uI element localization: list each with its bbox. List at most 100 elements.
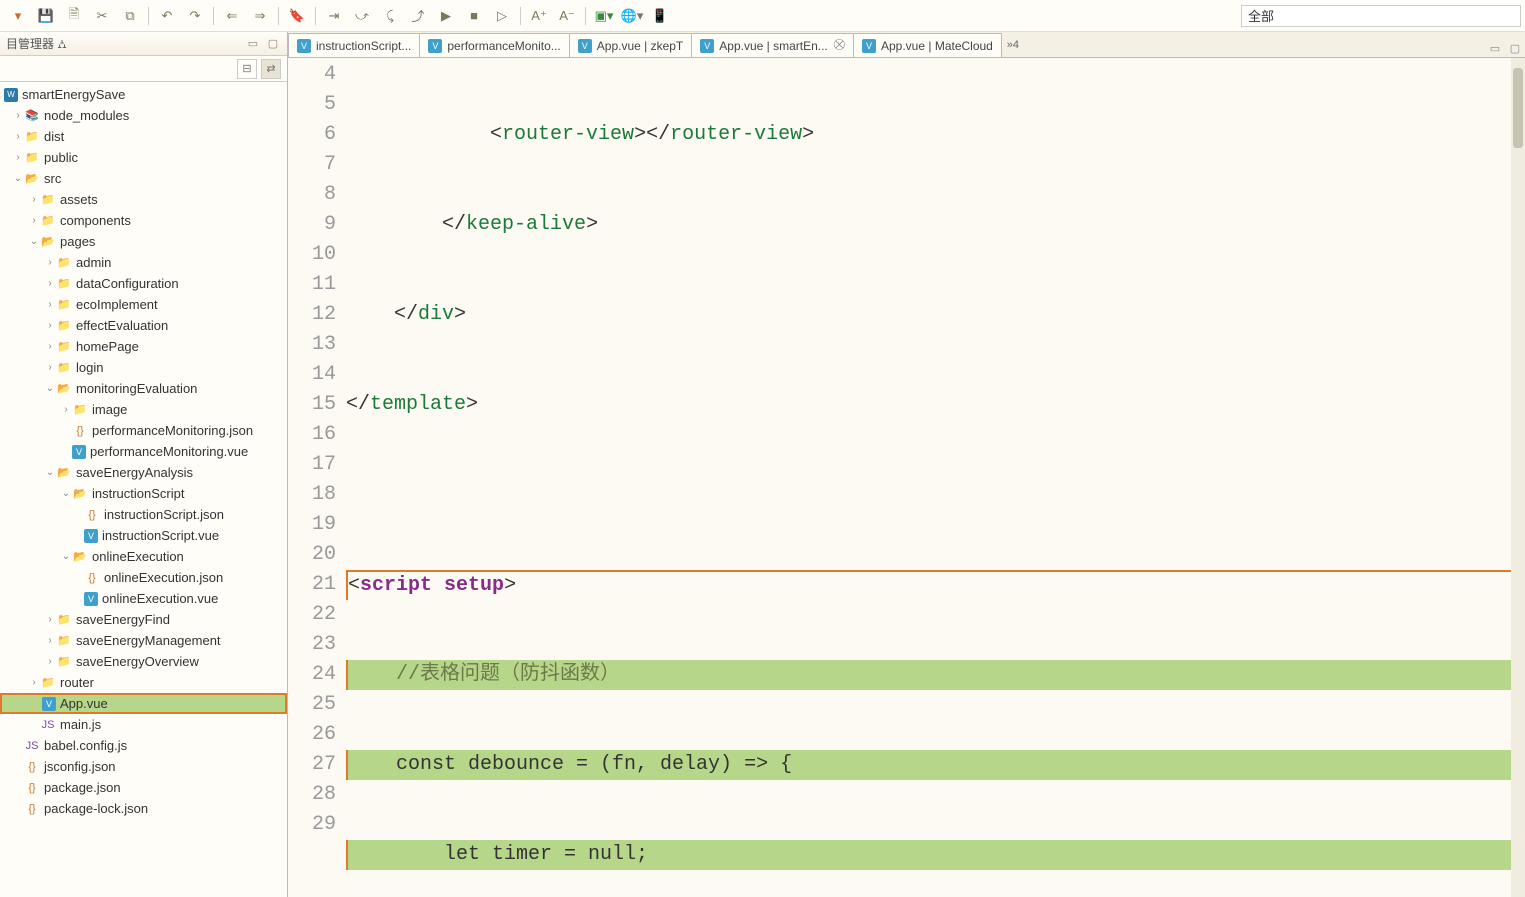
tree-save-energy-analysis[interactable]: ⌄📂saveEnergyAnalysis <box>0 462 287 483</box>
forward-icon[interactable]: ⇒ <box>248 4 272 28</box>
arrow-icon[interactable]: › <box>44 341 56 352</box>
tree-src[interactable]: ⌄📂src <box>0 168 287 189</box>
arrow-icon[interactable]: › <box>12 152 24 163</box>
tree-pages[interactable]: ⌄📂pages <box>0 231 287 252</box>
tab-app-zkept[interactable]: VApp.vue | zkepT <box>569 33 693 57</box>
minimize-editor-icon[interactable]: ▭ <box>1486 39 1504 57</box>
tree-router[interactable]: ›📁router <box>0 672 287 693</box>
tree-save-energy-management[interactable]: ›📁saveEnergyManagement <box>0 630 287 651</box>
tree-jsconfig[interactable]: {}jsconfig.json <box>0 756 287 777</box>
tab-app-matecloud[interactable]: VApp.vue | MateCloud <box>853 33 1002 57</box>
undo-icon[interactable]: ↶ <box>155 4 179 28</box>
tree-image[interactable]: ›📁image <box>0 399 287 420</box>
arrow-icon[interactable]: › <box>44 320 56 331</box>
code-editor[interactable]: 4 5 6 7 8 9 10 11 12 13 14 15 16 17 18 1… <box>288 58 1525 897</box>
minimize-panel-icon[interactable]: ▭ <box>245 36 261 52</box>
arrow-icon[interactable]: › <box>60 404 72 415</box>
tree-babel-config[interactable]: JSbabel.config.js <box>0 735 287 756</box>
arrow-icon[interactable]: › <box>44 299 56 310</box>
tree-public[interactable]: ›📁public <box>0 147 287 168</box>
arrow-icon[interactable]: › <box>44 614 56 625</box>
vertical-scrollbar[interactable] <box>1511 58 1525 897</box>
cut-icon[interactable]: ✂ <box>90 4 114 28</box>
save-all-icon[interactable]: 🗎 <box>62 4 86 28</box>
back-icon[interactable]: ⇐ <box>220 4 244 28</box>
redo-icon[interactable]: ↷ <box>183 4 207 28</box>
tree-app-vue[interactable]: VApp.vue <box>0 693 287 714</box>
tree-instruction-script-json[interactable]: {}instructionScript.json <box>0 504 287 525</box>
tree-online-exec-vue[interactable]: VonlineExecution.vue <box>0 588 287 609</box>
tree-home-page[interactable]: ›📁homePage <box>0 336 287 357</box>
maximize-editor-icon[interactable]: ▢ <box>1506 39 1524 57</box>
tab-instruction-script[interactable]: VinstructionScript... <box>288 33 420 57</box>
tree-instruction-script-vue[interactable]: VinstructionScript.vue <box>0 525 287 546</box>
tree-effect-evaluation[interactable]: ›📁effectEvaluation <box>0 315 287 336</box>
arrow-icon[interactable]: › <box>44 362 56 373</box>
tab-overflow-menu[interactable]: »4 <box>1001 33 1025 57</box>
stop-icon[interactable]: ■ <box>462 4 486 28</box>
arrow-icon[interactable]: › <box>28 677 40 688</box>
tree-package-json[interactable]: {}package.json <box>0 777 287 798</box>
arrow-icon[interactable]: › <box>12 110 24 121</box>
tree-dist[interactable]: ›📁dist <box>0 126 287 147</box>
arrow-icon[interactable]: ⌄ <box>60 551 72 562</box>
tree-node-modules[interactable]: ›📚node_modules <box>0 105 287 126</box>
code-content[interactable]: <router-view></router-view> </keep-alive… <box>346 58 1525 897</box>
tree-components[interactable]: ›📁components <box>0 210 287 231</box>
arrow-icon[interactable]: ⌄ <box>44 383 56 394</box>
tree-instruction-script-folder[interactable]: ⌄📂instructionScript <box>0 483 287 504</box>
copy-icon[interactable]: ⧉ <box>118 4 142 28</box>
tree-assets[interactable]: ›📁assets <box>0 189 287 210</box>
preview-icon[interactable]: 📱 <box>648 4 672 28</box>
resume-icon[interactable]: ▶ <box>434 4 458 28</box>
project-tree[interactable]: WsmartEnergySave ›📚node_modules ›📁dist ›… <box>0 82 287 897</box>
step-over-icon[interactable]: ⤻ <box>350 4 374 28</box>
step-into-icon[interactable]: ⤹ <box>378 4 402 28</box>
step-out-icon[interactable]: ⤴ <box>406 4 430 28</box>
arrow-icon[interactable]: › <box>28 215 40 226</box>
scrollbar-thumb[interactable] <box>1513 68 1523 148</box>
bookmark-icon[interactable]: 🔖 <box>285 4 309 28</box>
tree-project-root[interactable]: WsmartEnergySave <box>0 84 287 105</box>
arrow-icon[interactable]: › <box>28 194 40 205</box>
tree-login[interactable]: ›📁login <box>0 357 287 378</box>
dropdown-icon[interactable]: ▾ <box>6 4 30 28</box>
font-increase-icon[interactable]: A⁺ <box>527 4 551 28</box>
global-search-input[interactable]: 全部 <box>1241 5 1521 27</box>
close-tab-icon[interactable]: ⛒ <box>834 39 845 52</box>
tree-online-exec-json[interactable]: {}onlineExecution.json <box>0 567 287 588</box>
chrome-icon[interactable]: 🌐▾ <box>620 4 644 28</box>
arrow-icon[interactable]: › <box>44 635 56 646</box>
tree-package-lock[interactable]: {}package-lock.json <box>0 798 287 819</box>
collapse-all-icon[interactable]: ⊟ <box>237 59 257 79</box>
step-icon[interactable]: ⇥ <box>322 4 346 28</box>
tree-eco-implement[interactable]: ›📁ecoImplement <box>0 294 287 315</box>
tab-app-smartenergy[interactable]: VApp.vue | smartEn...⛒ <box>691 33 854 57</box>
arrow-icon[interactable]: ⌄ <box>12 173 24 184</box>
line-number: 16 <box>288 420 336 450</box>
run-icon[interactable]: ▷ <box>490 4 514 28</box>
tree-monitoring-evaluation[interactable]: ⌄📂monitoringEvaluation <box>0 378 287 399</box>
tree-admin[interactable]: ›📁admin <box>0 252 287 273</box>
browser-icon[interactable]: ▣▾ <box>592 4 616 28</box>
tree-perf-mon-vue[interactable]: VperformanceMonitoring.vue <box>0 441 287 462</box>
arrow-icon[interactable]: ⌄ <box>28 236 40 247</box>
arrow-icon[interactable]: › <box>44 278 56 289</box>
tab-performance-monitor[interactable]: VperformanceMonito... <box>419 33 569 57</box>
tree-save-energy-overview[interactable]: ›📁saveEnergyOverview <box>0 651 287 672</box>
save-icon[interactable]: 💾 <box>34 4 58 28</box>
arrow-icon[interactable]: ⌄ <box>44 467 56 478</box>
arrow-icon[interactable]: › <box>12 131 24 142</box>
tree-online-execution-folder[interactable]: ⌄📂onlineExecution <box>0 546 287 567</box>
close-panel-icon[interactable]: ▢ <box>265 36 281 52</box>
tree-save-energy-find[interactable]: ›📁saveEnergyFind <box>0 609 287 630</box>
arrow-icon[interactable]: › <box>44 257 56 268</box>
tree-perf-mon-json[interactable]: {}performanceMonitoring.json <box>0 420 287 441</box>
tree-main-js[interactable]: JSmain.js <box>0 714 287 735</box>
arrow-icon[interactable]: › <box>44 656 56 667</box>
tree-data-configuration[interactable]: ›📁dataConfiguration <box>0 273 287 294</box>
link-editor-icon[interactable]: ⇄ <box>261 59 281 79</box>
arrow-icon[interactable]: ⌄ <box>60 488 72 499</box>
font-decrease-icon[interactable]: A⁻ <box>555 4 579 28</box>
code-line: <router-view></router-view> <box>346 120 1525 150</box>
